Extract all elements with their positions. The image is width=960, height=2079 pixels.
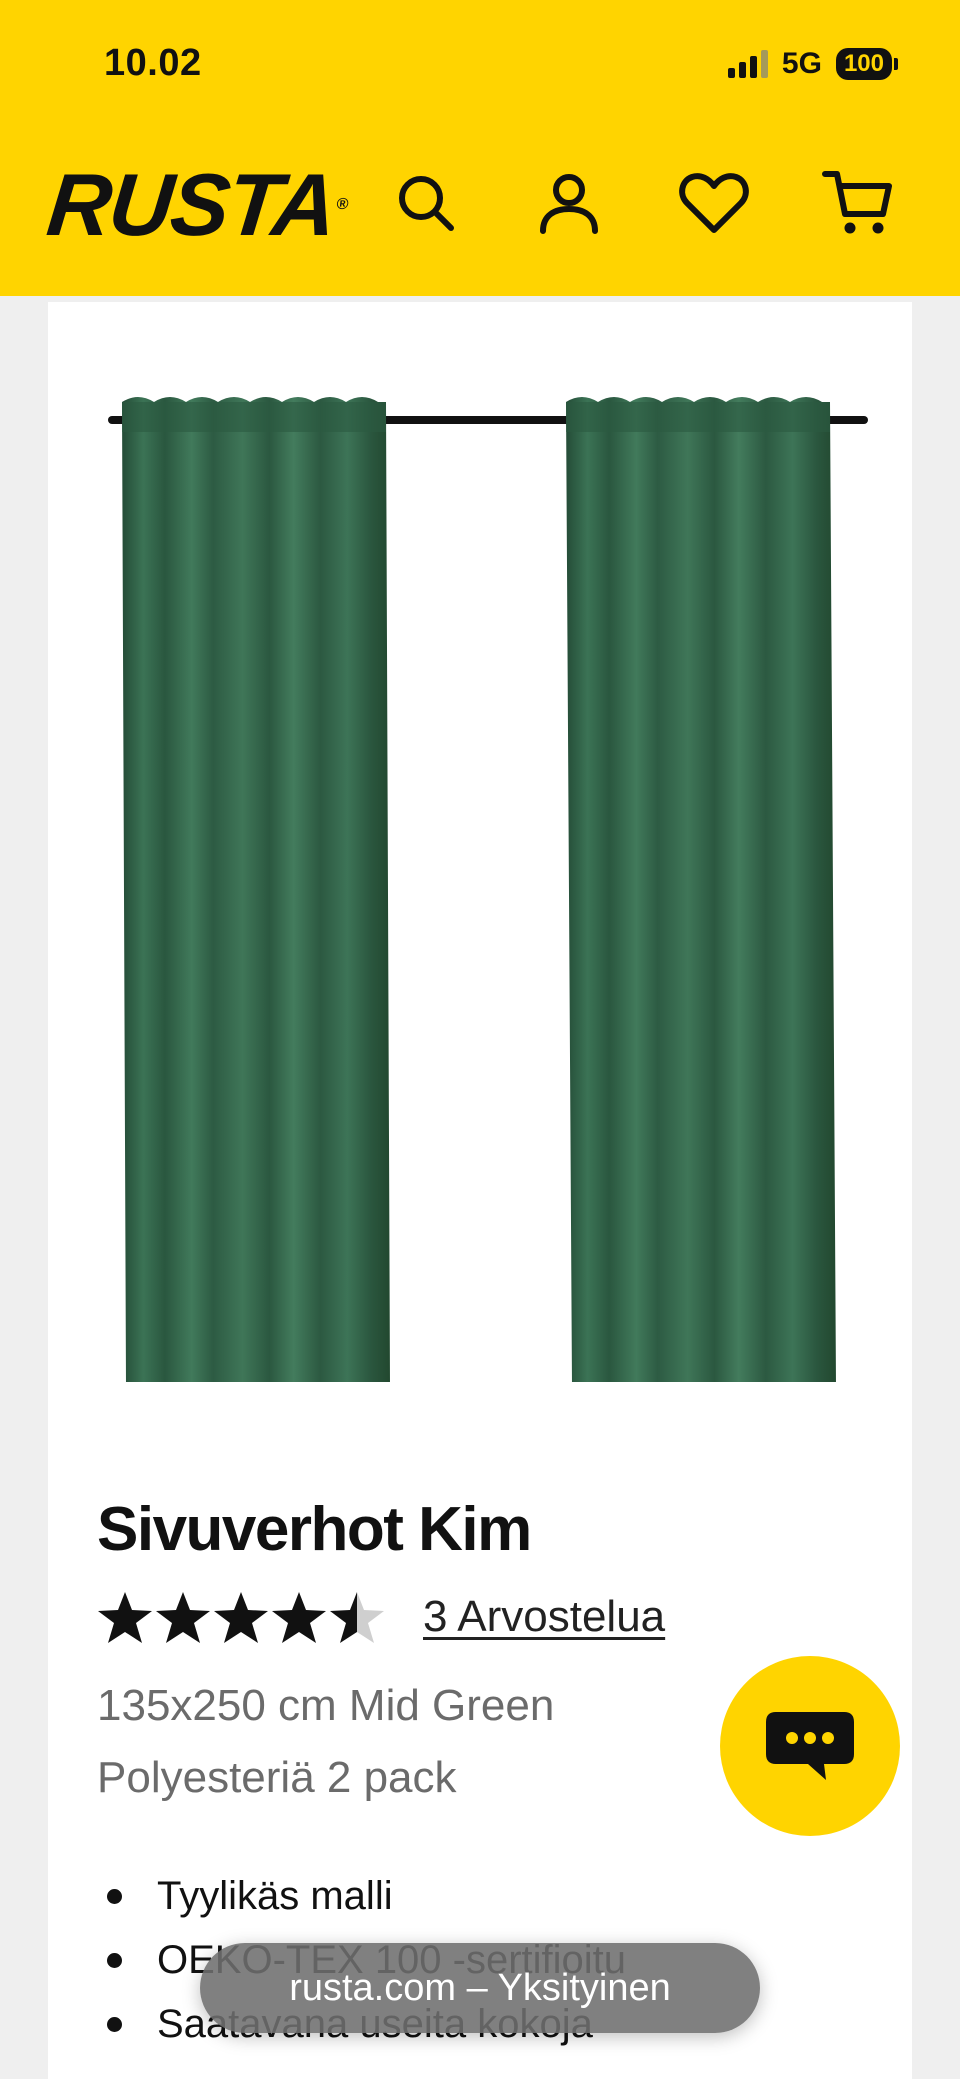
status-indicators: 5G 100 bbox=[727, 44, 898, 84]
chat-bubble-icon bbox=[766, 1712, 854, 1780]
wishlist-heart-icon[interactable] bbox=[676, 165, 752, 241]
reviews-link[interactable]: 3 Arvostelua bbox=[423, 1592, 665, 1642]
signal-strength-icon bbox=[727, 50, 768, 78]
url-label: rusta.com – Yksityinen bbox=[289, 1966, 671, 2009]
browser-url-bar[interactable]: rusta.com – Yksityinen bbox=[200, 1943, 760, 2033]
battery-icon: 100 bbox=[835, 48, 898, 80]
cart-icon[interactable] bbox=[820, 165, 896, 241]
logo-registered-mark: ® bbox=[335, 196, 350, 213]
product-image[interactable] bbox=[108, 382, 868, 1382]
status-time: 10.02 bbox=[104, 42, 202, 84]
rusta-logo[interactable]: RUSTA® bbox=[43, 155, 353, 254]
site-header: 10.02 5G 100 RUSTA® bbox=[0, 0, 960, 296]
product-rating[interactable]: 3 Arvostelua bbox=[97, 1585, 665, 1649]
list-item: Tyylikäs malli bbox=[97, 1864, 626, 1928]
product-title: Sivuverhot Kim bbox=[97, 1495, 532, 1564]
chat-button[interactable] bbox=[720, 1656, 900, 1836]
network-type: 5G bbox=[781, 47, 822, 80]
search-icon[interactable] bbox=[388, 165, 464, 241]
account-icon[interactable] bbox=[531, 165, 607, 241]
product-subtitle: 135x250 cm Mid Green Polyesteriä 2 pack bbox=[97, 1681, 555, 1802]
battery-level: 100 bbox=[835, 48, 892, 80]
logo-text: RUSTA bbox=[42, 155, 340, 254]
rating-stars-icon bbox=[98, 1592, 384, 1643]
